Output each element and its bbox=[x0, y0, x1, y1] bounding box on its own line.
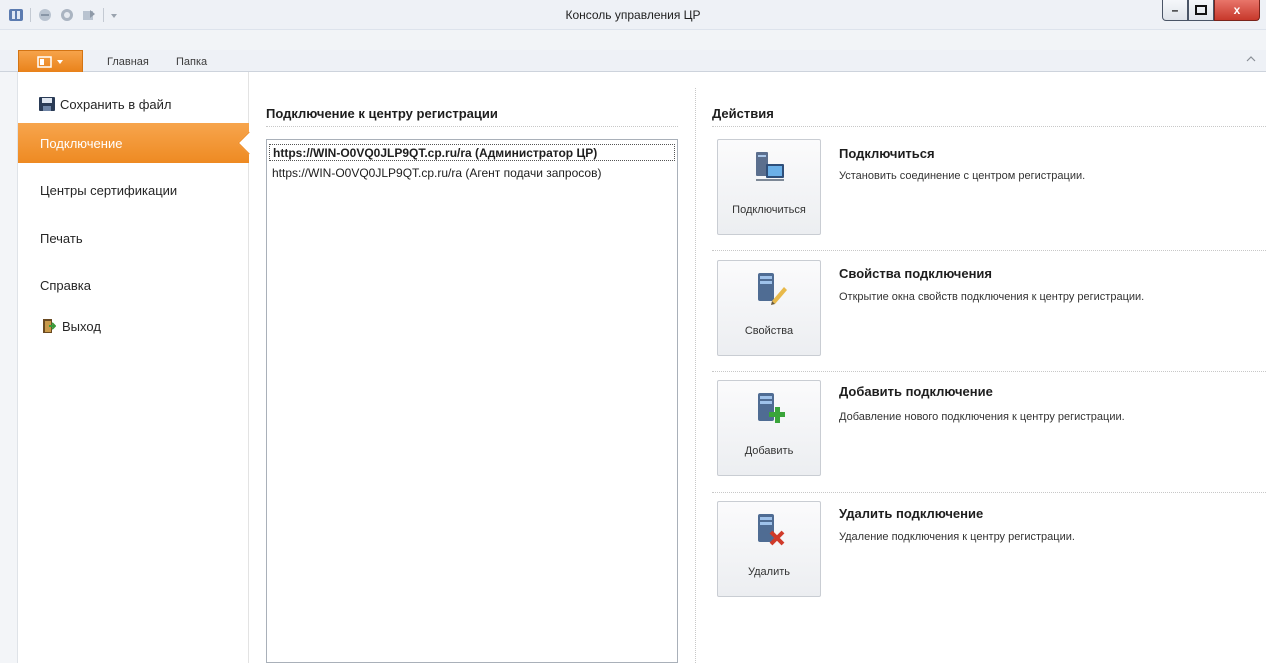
title-strip: Консоль управления ЦР – x bbox=[0, 0, 1266, 30]
nav-print[interactable]: Печать bbox=[18, 218, 249, 258]
connect-button-label: Подключиться bbox=[732, 204, 806, 216]
connect-icon bbox=[752, 150, 788, 186]
nav-active-arrow bbox=[237, 131, 261, 155]
delete-server-icon bbox=[752, 512, 788, 548]
chevron-down-icon bbox=[57, 59, 63, 64]
properties-button-label: Свойства bbox=[744, 325, 794, 337]
actions-title: Действия bbox=[712, 106, 774, 121]
tab-home[interactable]: Главная bbox=[107, 56, 149, 68]
tab-folder[interactable]: Папка bbox=[176, 56, 207, 68]
nav-edge bbox=[0, 72, 18, 663]
backstage-nav: Сохранить в файл Подключение Центры серт… bbox=[18, 72, 261, 663]
window-title: Консоль управления ЦР bbox=[565, 8, 701, 22]
actions-divider bbox=[712, 126, 1266, 127]
nav-print-label: Печать bbox=[40, 230, 83, 246]
connect-action-title: Подключиться bbox=[839, 146, 935, 161]
nav-exit-label: Выход bbox=[62, 318, 101, 334]
nav-connection-label: Подключение bbox=[40, 135, 123, 151]
column-separator bbox=[695, 88, 696, 663]
list-item[interactable]: https://WIN-O0VQ0JLP9QT.cp.ru/ra (Админи… bbox=[269, 144, 675, 161]
delete-button-label: Удалить bbox=[748, 566, 790, 578]
connections-divider bbox=[266, 126, 678, 127]
save-icon bbox=[38, 96, 56, 112]
add-button[interactable]: Добавить bbox=[717, 380, 821, 476]
delete-button[interactable]: Удалить bbox=[717, 501, 821, 597]
nav-cas-label: Центры сертификации bbox=[40, 182, 178, 198]
connections-title: Подключение к центру регистрации bbox=[266, 106, 498, 121]
app-window: Консоль управления ЦР – x Главная Папка … bbox=[0, 0, 1266, 663]
properties-button[interactable]: Свойства bbox=[717, 260, 821, 356]
nav-certification-centers[interactable]: Центры сертификации bbox=[18, 170, 249, 210]
action-divider bbox=[712, 492, 1266, 493]
minimize-button[interactable]: – bbox=[1162, 0, 1188, 21]
nav-exit[interactable]: Выход bbox=[18, 314, 249, 338]
action-divider bbox=[712, 371, 1266, 372]
add-button-label: Добавить bbox=[744, 445, 794, 457]
add-server-icon bbox=[752, 391, 788, 427]
file-menu-icon bbox=[37, 55, 52, 68]
connections-list[interactable]: https://WIN-O0VQ0JLP9QT.cp.ru/ra (Админи… bbox=[266, 139, 678, 663]
close-button[interactable]: x bbox=[1214, 0, 1260, 21]
nav-help[interactable]: Справка bbox=[18, 265, 249, 305]
nav-save-to-file[interactable]: Сохранить в файл bbox=[18, 92, 249, 116]
ribbon-collapse-icon[interactable] bbox=[1246, 55, 1256, 66]
connect-action-desc: Установить соединение с центром регистра… bbox=[839, 170, 1086, 182]
window-controls: – x bbox=[1162, 0, 1260, 21]
properties-action-title: Свойства подключения bbox=[839, 266, 993, 281]
nav-help-label: Справка bbox=[40, 277, 91, 293]
delete-action-desc: Удаление подключения к центру регистраци… bbox=[839, 531, 1075, 543]
maximize-button[interactable] bbox=[1188, 0, 1214, 21]
nav-save-label: Сохранить в файл bbox=[60, 96, 172, 112]
properties-icon bbox=[752, 271, 788, 307]
nav-connection[interactable]: Подключение bbox=[18, 123, 261, 163]
exit-icon bbox=[40, 318, 58, 334]
maximize-icon bbox=[1195, 5, 1207, 15]
list-item[interactable]: https://WIN-O0VQ0JLP9QT.cp.ru/ra (Агент … bbox=[269, 165, 675, 182]
action-divider bbox=[712, 250, 1266, 251]
add-action-title: Добавить подключение bbox=[839, 384, 993, 399]
file-tab[interactable] bbox=[18, 50, 83, 72]
connect-button[interactable]: Подключиться bbox=[717, 139, 821, 235]
delete-action-title: Удалить подключение bbox=[839, 506, 984, 521]
properties-action-desc: Открытие окна свойств подключения к цент… bbox=[839, 291, 1145, 303]
add-action-desc: Добавление нового подключения к центру р… bbox=[839, 411, 1125, 423]
